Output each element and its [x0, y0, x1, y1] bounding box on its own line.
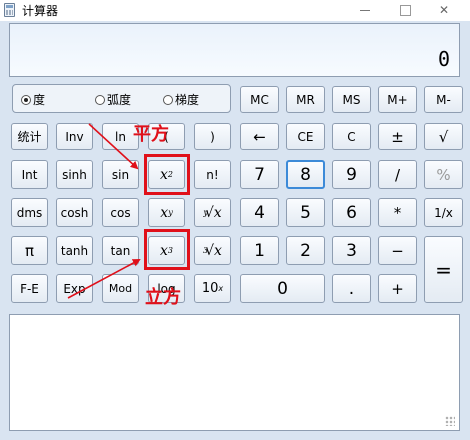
history-panel: [9, 314, 460, 431]
cube-arrow: [67, 259, 141, 299]
cube-annotation: 立方: [145, 287, 181, 308]
calculator-window: 计算器 ✕ 0 度 弧度 梯度 MC MR MS M+ M- 统计 Inv ln…: [0, 0, 470, 440]
square-arrow: [88, 123, 139, 170]
square-annotation: 平方: [133, 124, 169, 145]
resize-grip-icon[interactable]: [445, 416, 455, 426]
